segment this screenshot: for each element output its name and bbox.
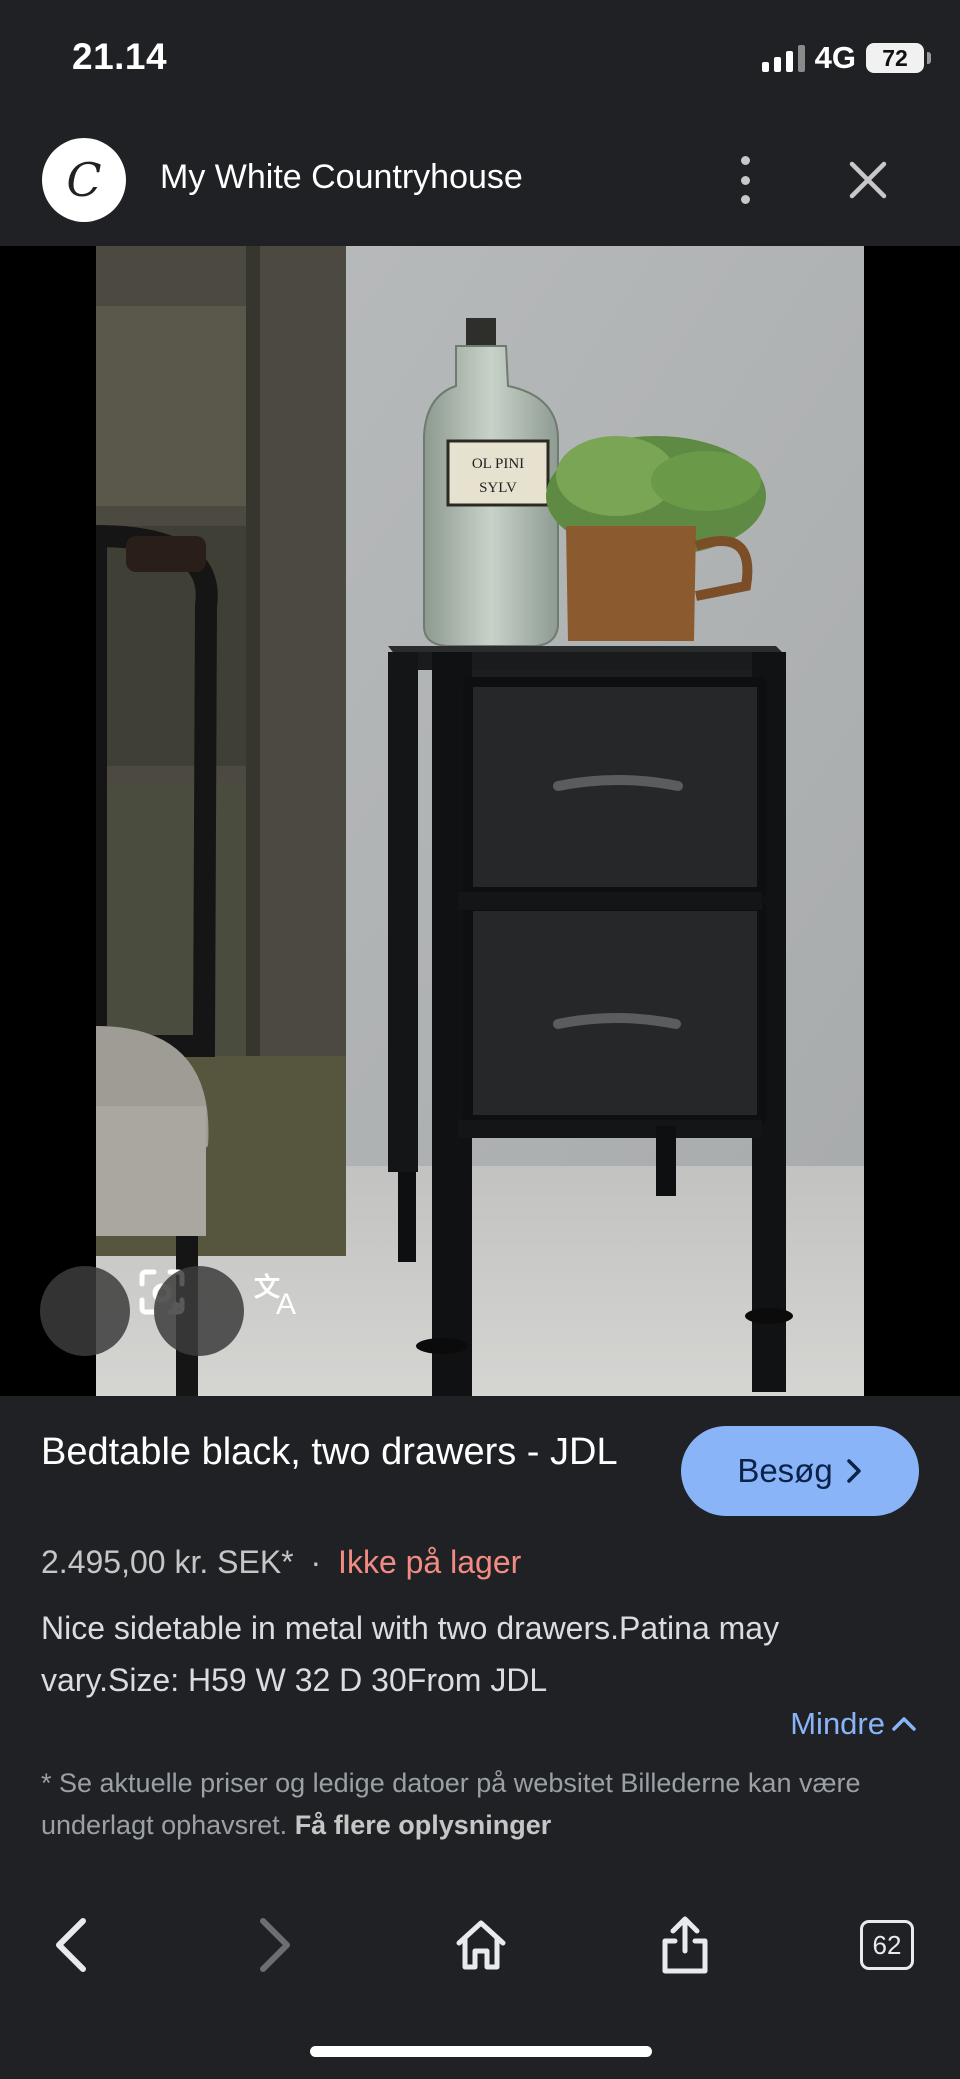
show-less-button[interactable]: Mindre: [790, 1706, 917, 1742]
stock-status: Ikke på lager: [338, 1544, 522, 1580]
tabs-count-icon: 62: [860, 1920, 914, 1970]
site-avatar[interactable]: C: [42, 138, 126, 222]
cellular-signal-icon: [761, 44, 805, 72]
back-button[interactable]: [36, 1910, 106, 1980]
product-info-panel: Bedtable black, two drawers - JDL Besøg …: [0, 1396, 960, 1876]
home-icon: [456, 1920, 506, 1970]
site-name[interactable]: My White Countryhouse: [160, 158, 523, 197]
visit-button[interactable]: Besøg: [681, 1426, 919, 1516]
translate-icon: 文 A: [254, 1272, 296, 1321]
home-indicator: [310, 2046, 652, 2057]
forward-arrow-icon: [260, 1918, 290, 1972]
battery-icon: 72: [866, 43, 931, 73]
close-icon[interactable]: [846, 158, 890, 202]
site-avatar-letter: C: [66, 153, 102, 207]
show-less-label: Mindre: [790, 1706, 885, 1741]
translate-button[interactable]: 文 A: [154, 1266, 296, 1356]
more-options-icon[interactable]: [730, 156, 760, 204]
forward-button[interactable]: [240, 1910, 310, 1980]
browser-toolbar: 62: [0, 1876, 960, 2079]
network-type: 4G: [814, 40, 856, 75]
chevron-right-icon: [846, 1459, 861, 1483]
price: 2.495,00 kr. SEK*: [41, 1544, 294, 1580]
back-arrow-icon: [56, 1918, 86, 1972]
status-bar: 21.14 4G 72: [0, 0, 960, 118]
share-button[interactable]: [650, 1910, 720, 1980]
tabs-button[interactable]: 62: [852, 1910, 922, 1980]
product-title[interactable]: Bedtable black, two drawers - JDL: [41, 1426, 641, 1478]
visit-button-label: Besøg: [737, 1452, 833, 1489]
status-indicators: 4G 72: [761, 40, 931, 76]
chevron-up-icon: [892, 1717, 916, 1731]
bottle-label: OL PINI: [472, 456, 524, 472]
lens-search-button[interactable]: [40, 1266, 185, 1356]
source-header: C My White Countryhouse: [0, 118, 960, 246]
product-image[interactable]: OL PINI SYLV: [96, 246, 864, 1396]
battery-level: 72: [882, 44, 908, 71]
price-row: 2.495,00 kr. SEK* · Ikke på lager: [41, 1544, 521, 1581]
product-image-area: OL PINI SYLV 文 A: [0, 246, 960, 1396]
separator-dot: ·: [310, 1544, 322, 1580]
disclaimer-note: * Se aktuelle priser og ledige datoer på…: [41, 1762, 921, 1846]
home-button[interactable]: [446, 1910, 516, 1980]
more-info-link[interactable]: Få flere oplysninger: [295, 1810, 552, 1840]
share-icon: [662, 1916, 708, 1974]
svg-text:A: A: [276, 1288, 296, 1321]
product-description: Nice sidetable in metal with two drawers…: [41, 1610, 780, 1698]
status-time: 21.14: [72, 36, 168, 77]
svg-text:SYLV: SYLV: [479, 480, 517, 496]
